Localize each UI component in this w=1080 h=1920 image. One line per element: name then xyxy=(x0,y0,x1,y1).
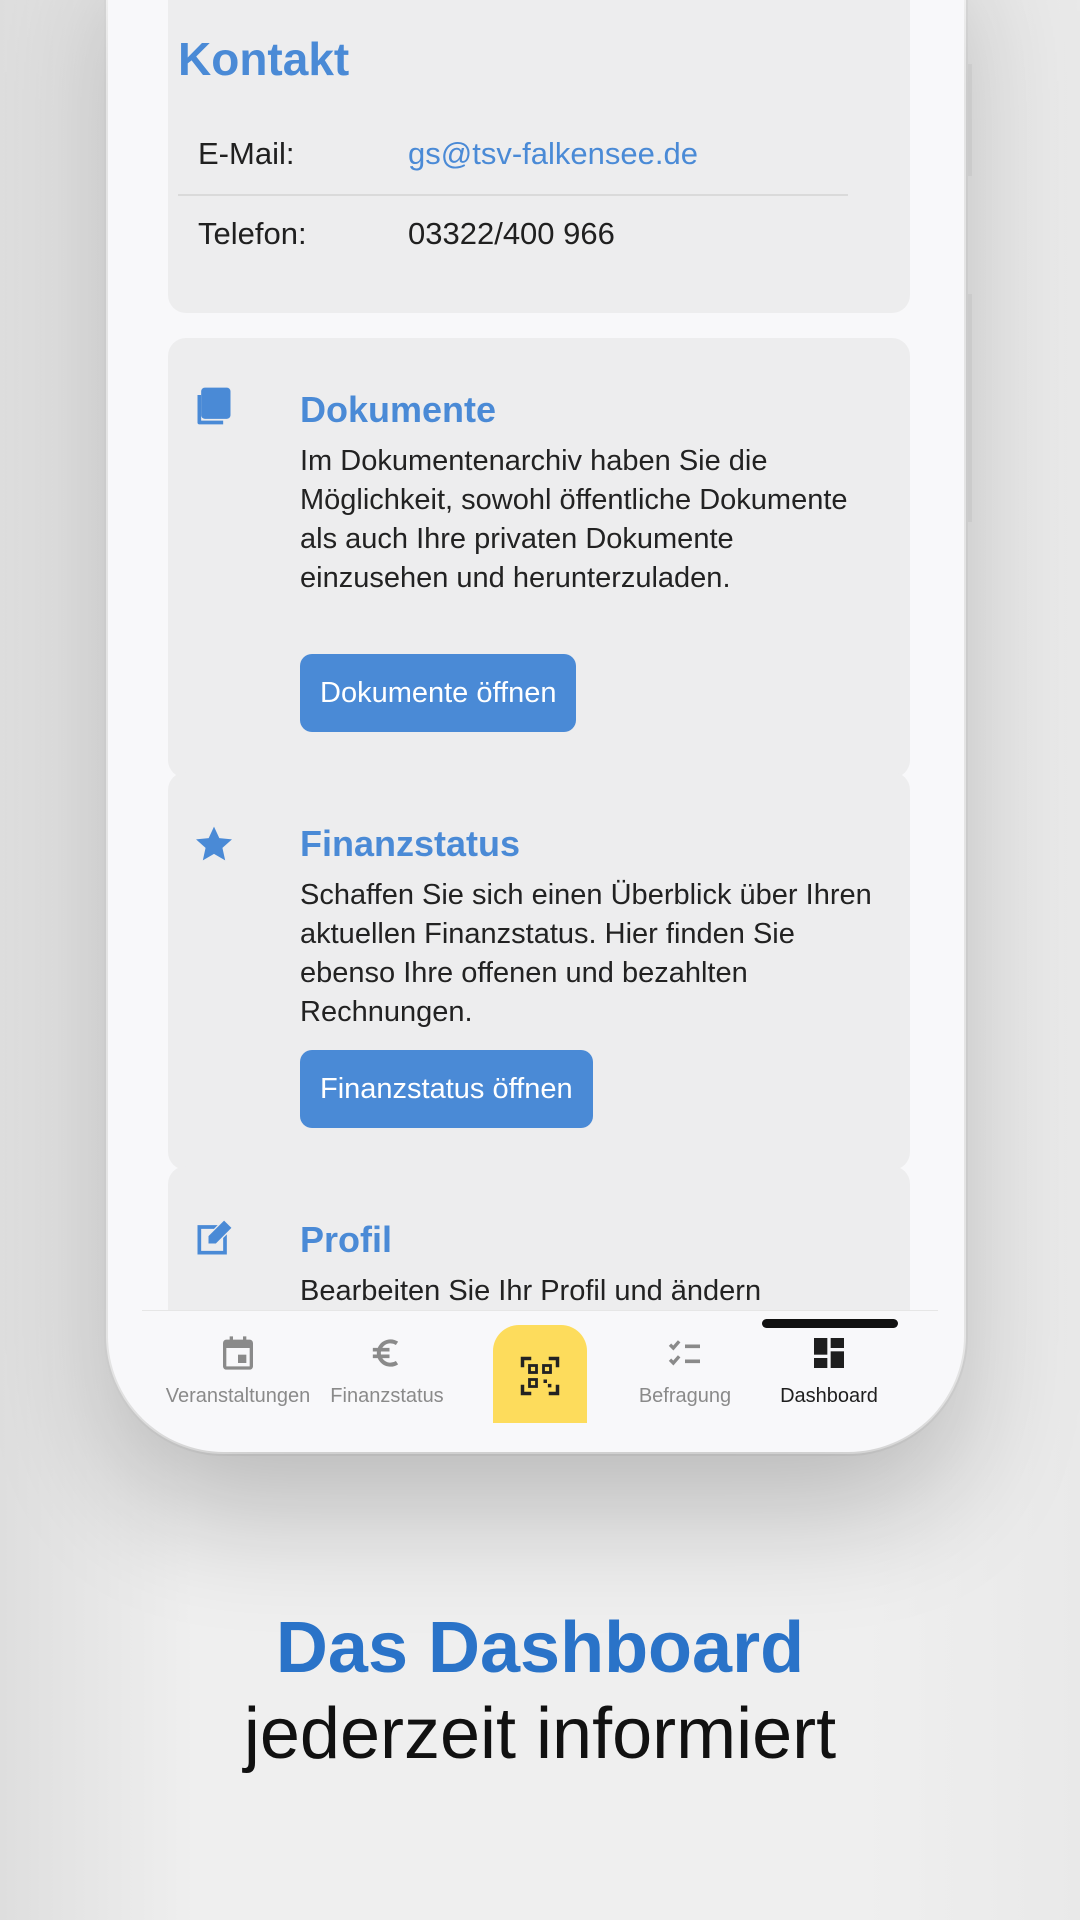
nav-label-survey: Befragung xyxy=(638,1385,732,1407)
euro-icon xyxy=(367,1333,407,1373)
app-screen[interactable]: Kontakt E-Mail: gs@tsv-falkensee.de Tele… xyxy=(142,0,938,1310)
nav-label-events: Veranstaltungen xyxy=(165,1385,311,1407)
promo-subtitle: jederzeit informiert xyxy=(243,1694,837,1774)
phone-label: Telefon: xyxy=(198,216,307,251)
nav-item-finance[interactable]: Finanzstatus xyxy=(312,1311,462,1411)
checklist-icon xyxy=(665,1333,705,1373)
nav-label-finance: Finanzstatus xyxy=(330,1385,444,1407)
profile-description: Bearbeiten Sie Ihr Profil und ändern xyxy=(300,1275,762,1307)
email-label: E-Mail: xyxy=(198,136,295,171)
open-finance-button[interactable]: Finanzstatus öffnen xyxy=(300,1050,593,1128)
contact-email-row: E-Mail: gs@tsv-falkensee.de xyxy=(178,116,848,196)
bottom-navigation: Veranstaltungen Finanzstatus Befragung D… xyxy=(142,1310,938,1423)
open-documents-button[interactable]: Dokumente öffnen xyxy=(300,654,577,732)
finance-description: Schaffen Sie sich einen Überblick über I… xyxy=(300,879,872,1028)
calendar-icon xyxy=(218,1333,258,1373)
nav-item-survey[interactable]: Befragung xyxy=(610,1311,760,1411)
edit-icon xyxy=(192,1216,236,1260)
star-icon xyxy=(192,822,236,866)
nav-item-events[interactable]: Veranstaltungen xyxy=(163,1311,313,1411)
qr-scan-button[interactable] xyxy=(493,1325,587,1423)
nav-label-dashboard: Dashboard xyxy=(780,1385,878,1407)
email-link[interactable]: gs@tsv-falkensee.de xyxy=(408,136,698,172)
dashboard-icon xyxy=(809,1333,849,1373)
phone-frame: Kontakt E-Mail: gs@tsv-falkensee.de Tele… xyxy=(108,0,964,1452)
nav-item-dashboard[interactable]: Dashboard xyxy=(754,1311,904,1411)
contact-title: Kontakt xyxy=(178,33,350,85)
finance-title: Finanzstatus xyxy=(300,823,521,864)
qr-code-icon xyxy=(520,1356,560,1396)
documents-title: Dokumente xyxy=(300,389,497,430)
profile-title: Profil xyxy=(300,1219,393,1260)
phone-number[interactable]: 03322/400 966 xyxy=(408,216,615,252)
documents-description: Im Dokumentenarchiv haben Sie die Möglic… xyxy=(300,445,848,594)
promo-title: Das Dashboard xyxy=(275,1608,805,1688)
contact-phone-row: Telefon: 03322/400 966 xyxy=(178,196,848,274)
documents-icon xyxy=(192,384,236,428)
